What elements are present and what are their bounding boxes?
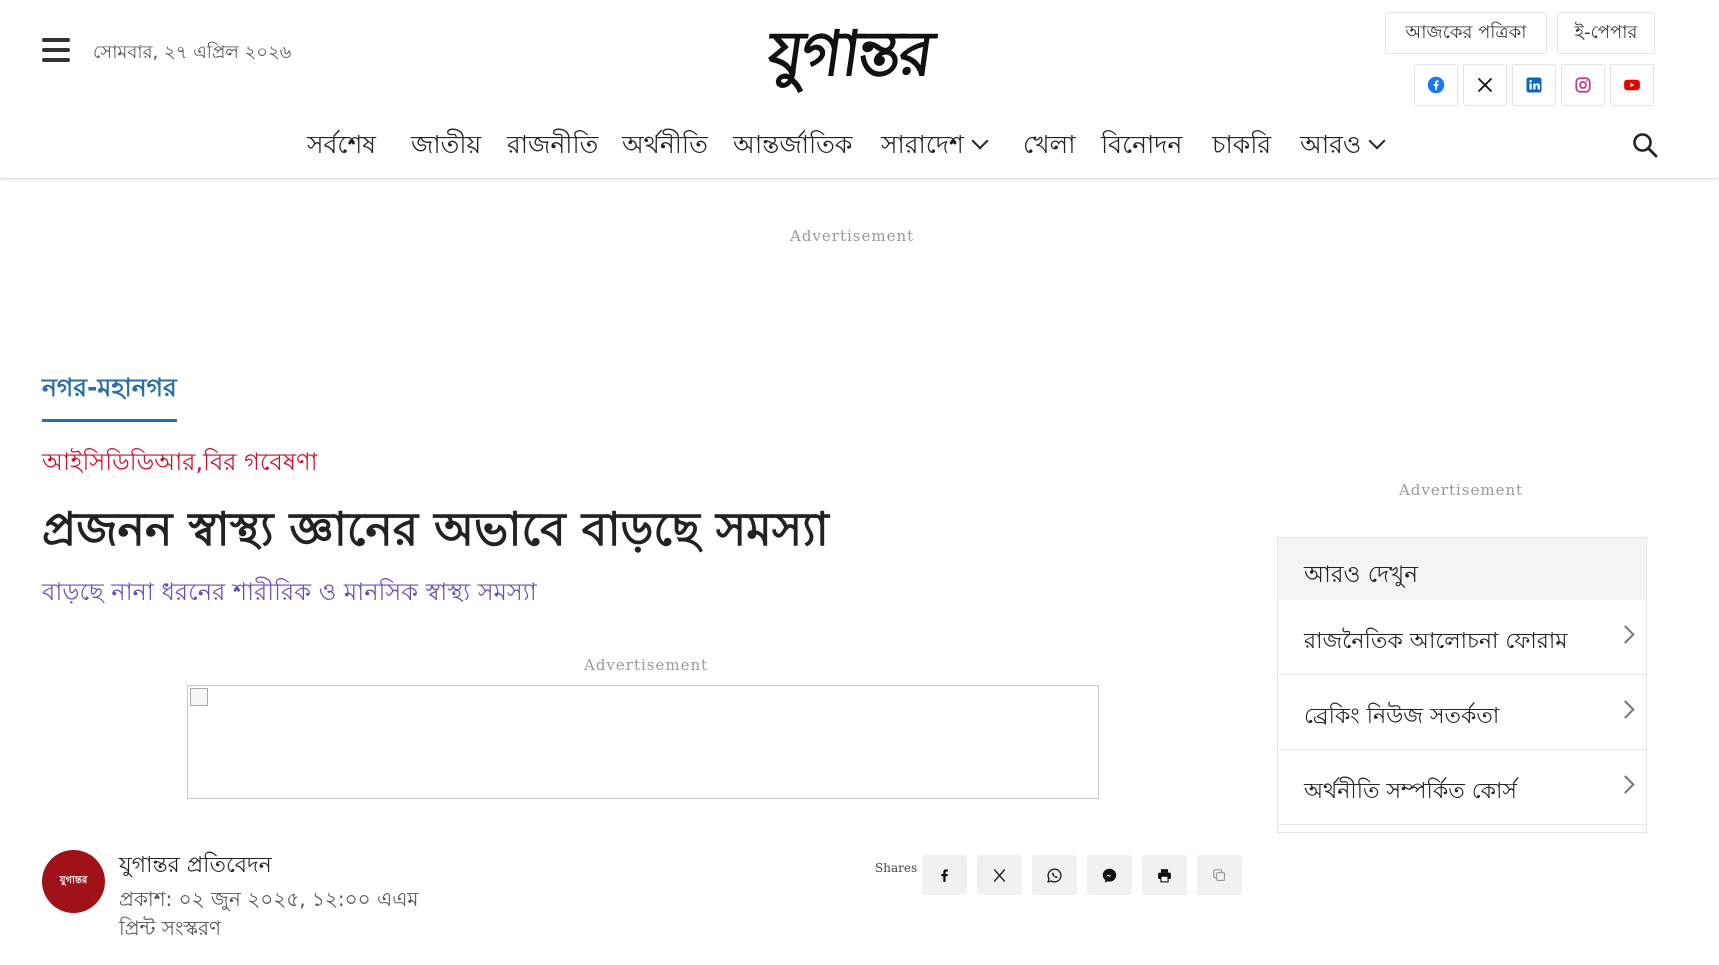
share-messenger-button[interactable] <box>1087 855 1132 895</box>
article-shoulder: আইসিডিডিআর,বির গবেষণা <box>42 448 318 476</box>
broken-image-icon <box>190 688 208 706</box>
print-icon <box>1158 868 1171 882</box>
nav-item-economy[interactable]: অর্থনীতি <box>622 124 708 166</box>
see-more-item-label: অর্থনীতি সম্পর্কিত কোর্স <box>1304 779 1517 804</box>
main-nav: সর্বশেষ জাতীয় রাজনীতি অর্থনীতি আন্তর্জা… <box>0 124 1719 166</box>
chevron-right-icon <box>1616 775 1635 794</box>
nav-item-latest[interactable]: সর্বশেষ <box>307 124 376 166</box>
nav-item-politics[interactable]: রাজনীতি <box>507 124 598 166</box>
author-avatar: যুগান্তর <box>42 850 105 913</box>
nav-item-countrywide[interactable]: সারাদেশ <box>881 124 989 166</box>
facebook-icon[interactable] <box>1414 64 1458 106</box>
chevron-right-icon <box>1616 625 1635 644</box>
nav-item-sports[interactable]: খেলা <box>1023 124 1075 166</box>
chevron-right-icon <box>1616 700 1635 719</box>
nav-item-more-label: আরও <box>1300 130 1362 159</box>
x-icon[interactable] <box>1463 64 1507 106</box>
site-header: সোমবার, ২৭ এপ্রিল ২০২৬ যুগান্তর আজকের পত… <box>0 0 1719 179</box>
logo-text: যুগান্তর <box>763 17 937 90</box>
see-more-item[interactable]: রাজনৈতিক আলোচনা ফোরাম <box>1278 600 1646 675</box>
current-date: সোমবার, ২৭ এপ্রিল ২০২৬ <box>93 42 292 63</box>
facebook-icon <box>941 868 948 882</box>
nav-item-national[interactable]: জাতীয় <box>411 124 481 166</box>
ad-label-inline: Advertisement <box>584 656 709 674</box>
ad-label-sidebar: Advertisement <box>1399 481 1524 499</box>
share-x-button[interactable] <box>977 855 1022 895</box>
chevron-down-icon <box>1368 132 1386 150</box>
menu-icon[interactable] <box>42 38 70 62</box>
epaper-button[interactable]: ই-পেপার <box>1557 12 1655 54</box>
x-icon <box>993 868 1006 882</box>
author-name[interactable]: যুগান্তর প্রতিবেদন <box>119 848 272 885</box>
ad-label-top: Advertisement <box>790 227 915 245</box>
copy-icon <box>1213 868 1226 881</box>
see-more-item[interactable]: ব্রেকিং নিউজ সতর্কতা <box>1278 675 1646 750</box>
instagram-icon[interactable] <box>1561 64 1605 106</box>
see-more-header: আরও দেখুন <box>1278 538 1646 600</box>
see-more-panel: আরও দেখুন রাজনৈতিক আলোচনা ফোরাম ব্রেকিং … <box>1277 537 1647 833</box>
share-facebook-button[interactable] <box>922 855 967 895</box>
nav-item-more[interactable]: আরও <box>1300 124 1386 166</box>
see-more-item-label: ব্রেকিং নিউজ সতর্কতা <box>1304 704 1500 729</box>
nav-item-jobs[interactable]: চাকরি <box>1212 124 1271 166</box>
see-more-title: আরও দেখুন <box>1304 562 1418 588</box>
article-subheadline: বাড়ছে নানা ধরনের শারীরিক ও মানসিক স্বাস… <box>42 578 537 606</box>
inline-ad-banner[interactable] <box>187 685 1099 799</box>
copy-link-button[interactable] <box>1197 855 1242 895</box>
whatsapp-icon <box>1047 867 1062 883</box>
chevron-down-icon <box>971 132 989 150</box>
see-more-item-label: রাজনৈতিক আলোচনা ফোরাম <box>1304 629 1568 654</box>
nav-item-entertainment[interactable]: বিনোদন <box>1101 124 1182 166</box>
category-link[interactable]: নগর-মহানগর <box>42 368 177 422</box>
shares-label: Shares <box>875 861 918 875</box>
messenger-icon <box>1102 868 1117 883</box>
todays-paper-button[interactable]: আজকের পত্রিকা <box>1385 12 1547 54</box>
search-icon[interactable] <box>1632 132 1658 158</box>
site-logo[interactable]: যুগান্তর <box>700 14 1000 94</box>
avatar-logo-text: যুগান্তর <box>59 875 88 886</box>
nav-item-international[interactable]: আন্তর্জাতিক <box>733 124 852 166</box>
linkedin-icon[interactable] <box>1512 64 1556 106</box>
see-more-item[interactable]: অর্থনীতি সম্পর্কিত কোর্স <box>1278 750 1646 825</box>
print-edition-label: প্রিন্ট সংস্করণ <box>119 916 222 940</box>
share-whatsapp-button[interactable] <box>1032 855 1077 895</box>
nav-item-countrywide-label: সারাদেশ <box>881 130 964 159</box>
article-headline: প্রজনন স্বাস্থ্য জ্ঞানের অভাবে বাড়ছে সম… <box>42 502 829 556</box>
youtube-icon[interactable] <box>1610 64 1654 106</box>
print-button[interactable] <box>1142 855 1187 895</box>
